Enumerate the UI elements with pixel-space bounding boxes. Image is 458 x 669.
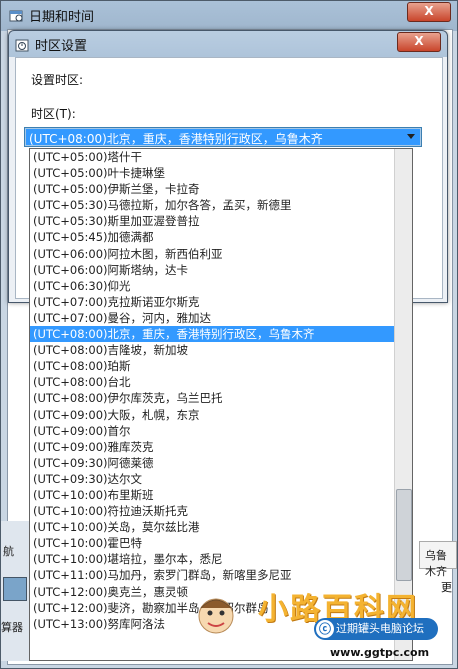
timezone-option[interactable]: (UTC+09:00)首尔 [30, 423, 412, 439]
timezone-option[interactable]: (UTC+05:00)塔什干 [30, 149, 412, 165]
outer-title-bar: 日期和时间 [9, 6, 95, 25]
outer-close-button[interactable]: X [407, 2, 451, 22]
chevron-down-icon[interactable] [407, 134, 415, 139]
timezone-option[interactable]: (UTC+08:00)吉隆坡，新加坡 [30, 342, 412, 358]
timezone-option[interactable]: (UTC+05:00)叶卡捷琳堡 [30, 165, 412, 181]
clock-dialog-icon [15, 39, 29, 51]
clock-app-icon [9, 10, 23, 22]
timezone-option[interactable]: (UTC+11:00)马加丹，索罗门群岛，新喀里多尼亚 [30, 567, 412, 583]
forum-logo-icon: ⓒ [316, 620, 334, 638]
calculator-icon[interactable] [3, 577, 27, 601]
left-edge-fragment: 航 算器 [1, 521, 29, 661]
timezone-selected-value: (UTC+08:00)北京，重庆，香港特别行政区，乌鲁木齐 [29, 132, 323, 146]
left-fragment-1: 航 [3, 545, 14, 558]
right-edge-fragment-2: 更 [441, 581, 452, 594]
watermark-url: www.ggtpc.com [330, 646, 430, 659]
timezone-option[interactable]: (UTC+10:00)布里斯班 [30, 487, 412, 503]
timezone-option[interactable]: (UTC+06:30)仰光 [30, 278, 412, 294]
right-edge-fragment-text: 乌鲁木齐 [425, 549, 447, 578]
timezone-options: (UTC+05:00)塔什干 (UTC+05:00)叶卡捷琳堡 (UTC+05:00… [30, 149, 412, 632]
timezone-option[interactable]: (UTC+08:00)北京，重庆，香港特别行政区，乌鲁木齐 [30, 326, 412, 343]
set-timezone-label: 设置时区: [31, 73, 84, 87]
timezone-option[interactable]: (UTC+05:00)伊斯兰堡，卡拉奇 [30, 181, 412, 197]
scrollbar-thumb[interactable] [396, 489, 412, 581]
timezone-option[interactable]: (UTC+09:00)雅库茨克 [30, 439, 412, 455]
cartoon-face-icon [198, 598, 234, 634]
timezone-option[interactable]: (UTC+10:00)霍巴特 [30, 535, 412, 551]
timezone-option[interactable]: (UTC+10:00)关岛，莫尔兹比港 [30, 519, 412, 535]
timezone-option[interactable]: (UTC+06:00)阿拉木图，新西伯利亚 [30, 246, 412, 262]
timezone-option[interactable]: (UTC+06:00)阿斯塔纳，达卡 [30, 262, 412, 278]
outer-window-title: 日期和时间 [29, 9, 95, 25]
dialog-title-bar: 时区设置 [15, 35, 87, 54]
timezone-option[interactable]: (UTC+09:30)达尔文 [30, 471, 412, 487]
timezone-option[interactable]: (UTC+05:30)马德拉斯，加尔各答，孟买，新德里 [30, 197, 412, 213]
timezone-combobox[interactable]: (UTC+08:00)北京，重庆，香港特别行政区，乌鲁木齐 [24, 127, 422, 147]
timezone-option[interactable]: (UTC+09:30)阿德莱德 [30, 455, 412, 471]
dialog-close-button[interactable]: X [397, 32, 441, 52]
timezone-option[interactable]: (UTC+08:00)台北 [30, 374, 412, 390]
timezone-option[interactable]: (UTC+05:45)加德满都 [30, 229, 412, 245]
timezone-field-label: 时区(T): [31, 107, 76, 121]
timezone-option[interactable]: (UTC+05:30)斯里加亚渥登普拉 [30, 213, 412, 229]
timezone-option[interactable]: (UTC+10:00)堪培拉，墨尔本，悉尼 [30, 551, 412, 567]
left-fragment-2: 算器 [1, 621, 23, 634]
timezone-option[interactable]: (UTC+08:00)伊尔库茨克，乌兰巴托 [30, 390, 412, 406]
dialog-title: 时区设置 [35, 39, 88, 54]
timezone-option[interactable]: (UTC+08:00)珀斯 [30, 358, 412, 374]
timezone-option[interactable]: (UTC+07:00)克拉斯诺亚尔斯克 [30, 294, 412, 310]
timezone-option[interactable]: (UTC+09:00)大阪，札幌，东京 [30, 407, 412, 423]
timezone-option[interactable]: (UTC+07:00)曼谷，河内，雅加达 [30, 310, 412, 326]
timezone-option[interactable]: (UTC+10:00)符拉迪沃斯托克 [30, 503, 412, 519]
